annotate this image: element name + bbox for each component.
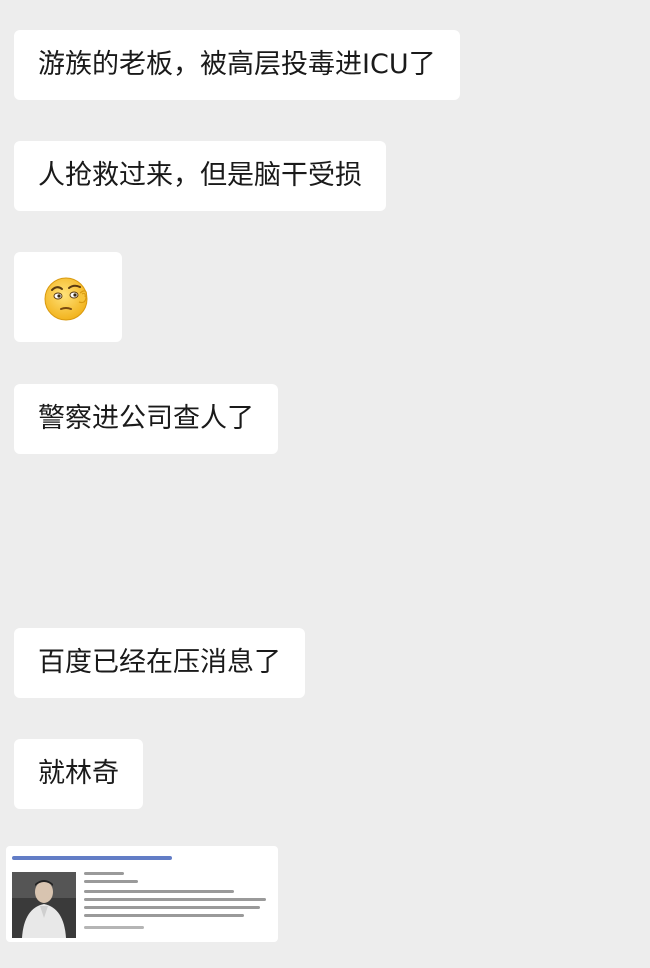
message-text: 就林奇 bbox=[38, 758, 119, 789]
thinking-face-sticker-icon bbox=[44, 277, 88, 321]
sticker-message[interactable] bbox=[14, 252, 122, 342]
message-text: 百度已经在压消息了 bbox=[38, 647, 281, 678]
message-text: 警察进公司查人了 bbox=[38, 403, 254, 434]
message-text: 游族的老板，被高层投毒进ICU了 bbox=[38, 49, 436, 80]
message-text: 人抢救过来，但是脑干受损 bbox=[38, 160, 362, 191]
message-bubble[interactable]: 人抢救过来，但是脑干受损 bbox=[14, 141, 386, 211]
message-bubble[interactable]: 百度已经在压消息了 bbox=[14, 628, 305, 698]
search-result-title-blur bbox=[12, 854, 172, 865]
message-bubble[interactable]: 就林奇 bbox=[14, 739, 143, 809]
message-bubble[interactable]: 游族的老板，被高层投毒进ICU了 bbox=[14, 30, 460, 100]
search-result-snippet-blur bbox=[84, 870, 274, 942]
message-bubble[interactable]: 警察进公司查人了 bbox=[14, 384, 278, 454]
chat-messages: 游族的老板，被高层投毒进ICU了 人抢救过来，但是脑干受损 警察进公司查人了 百… bbox=[0, 0, 650, 968]
profile-photo bbox=[12, 872, 76, 938]
image-message[interactable] bbox=[6, 846, 278, 942]
